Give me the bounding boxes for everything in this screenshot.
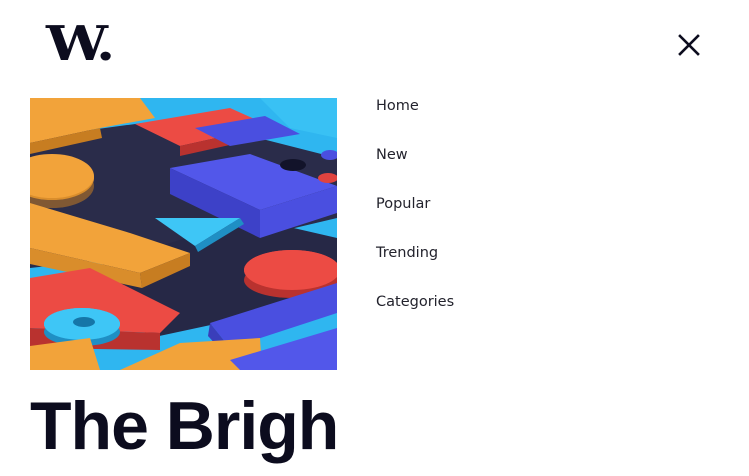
- hero-image[interactable]: [30, 98, 337, 370]
- page: W. Home New Popular Trending Categories …: [0, 0, 749, 476]
- main-nav: Home New Popular Trending Categories: [376, 96, 454, 341]
- brand-logo[interactable]: W.: [46, 18, 115, 70]
- nav-item-new: New: [376, 145, 454, 194]
- nav-item-popular: Popular: [376, 194, 454, 243]
- nav-link-trending[interactable]: Trending: [376, 243, 438, 263]
- nav-link-new[interactable]: New: [376, 145, 408, 165]
- close-icon: [678, 34, 700, 56]
- article-title[interactable]: The Bright Future of Web 3.0?: [30, 386, 336, 466]
- nav-item-categories: Categories: [376, 292, 454, 341]
- article-title-container: The Bright Future of Web 3.0?: [30, 386, 336, 476]
- nav-link-popular[interactable]: Popular: [376, 194, 430, 214]
- nav-link-categories[interactable]: Categories: [376, 292, 454, 312]
- nav-link-home[interactable]: Home: [376, 96, 419, 116]
- nav-item-home: Home: [376, 96, 454, 145]
- close-menu-button[interactable]: [674, 30, 704, 60]
- geometric-blocks-illustration: [30, 98, 337, 370]
- nav-item-trending: Trending: [376, 243, 454, 292]
